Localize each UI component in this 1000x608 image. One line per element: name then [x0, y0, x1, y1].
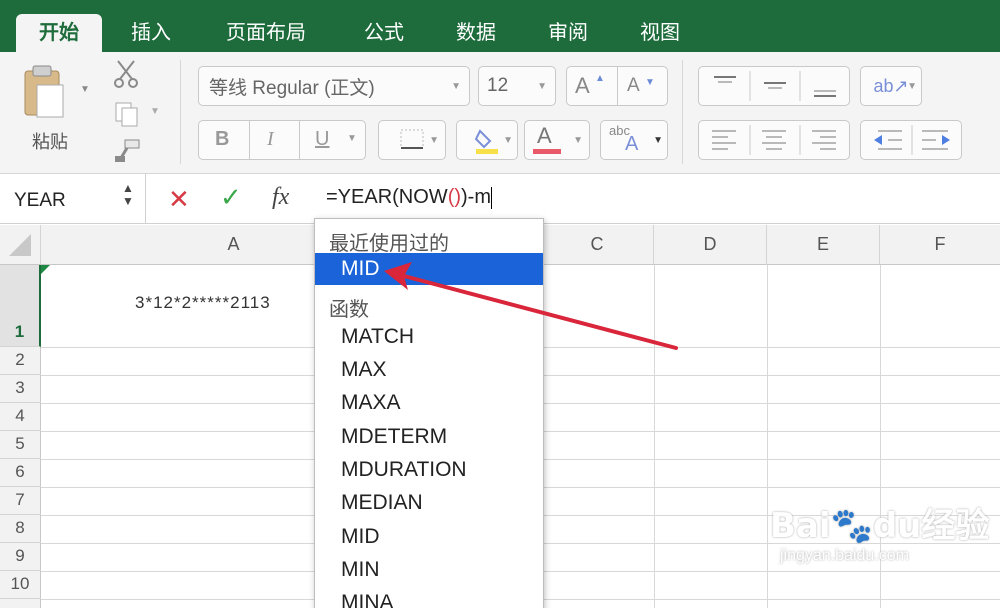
watermark-logo: Bai🐾du经验	[770, 506, 990, 546]
watermark-url: jingyan.baidu.com	[780, 547, 909, 564]
watermark: Bai🐾du经验 jingyan.baidu.com	[770, 498, 989, 565]
excel-window: 开始 插入 页面布局 公式 数据 审阅 视图 ▼ 粘贴 ▼ 等线 Regular…	[0, 0, 1000, 608]
